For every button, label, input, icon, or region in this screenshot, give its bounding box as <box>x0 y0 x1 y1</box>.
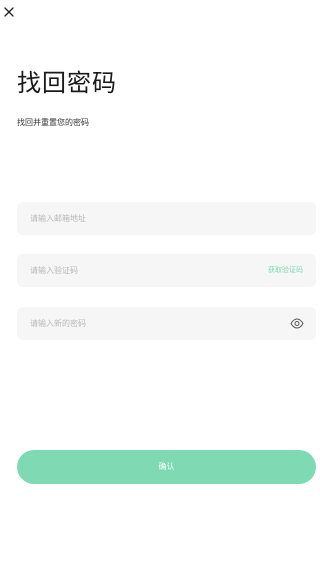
verification-code-field[interactable] <box>30 254 250 287</box>
email-field-container <box>17 202 316 235</box>
close-icon[interactable] <box>2 5 16 19</box>
page-title: 找回密码 <box>17 69 117 97</box>
eye-icon[interactable] <box>290 318 304 329</box>
confirm-button[interactable]: 确认 <box>17 450 316 484</box>
code-field-container: 获取验证码 <box>17 254 316 287</box>
new-password-field[interactable] <box>30 307 250 340</box>
password-field-container <box>17 307 316 340</box>
reset-password-screen: 找回密码 找回并重置您的密码 获取验证码 确认 <box>0 0 320 569</box>
get-code-button[interactable]: 获取验证码 <box>268 254 303 287</box>
email-field[interactable] <box>30 202 250 235</box>
page-subtitle: 找回并重置您的密码 <box>17 118 89 127</box>
